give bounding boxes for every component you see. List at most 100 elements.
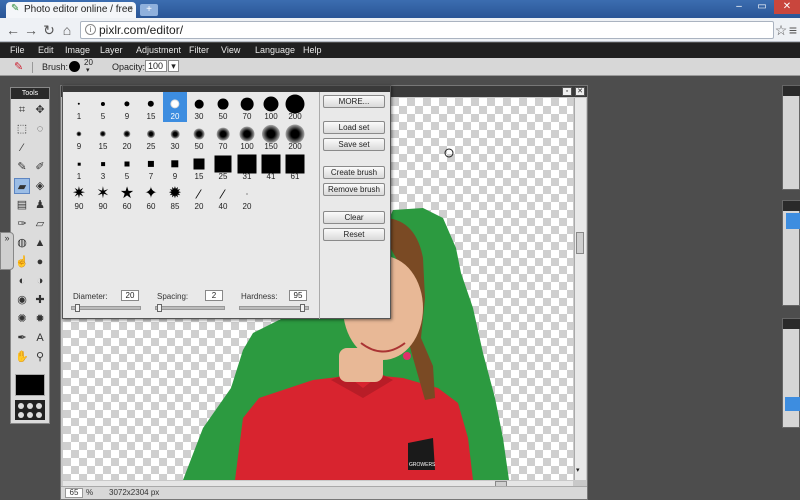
hardness-input[interactable]: 95 [289,290,307,301]
scroll-down-icon[interactable]: ▾ [576,466,580,474]
brush-preview-icon[interactable] [69,61,80,72]
diameter-slider[interactable] [71,304,141,312]
history-item-selected[interactable] [785,397,800,411]
collapse-panel-handle[interactable]: » [0,232,14,270]
maximize-icon[interactable]: ▭ [751,0,773,14]
zoom-input[interactable]: 65 [65,488,83,498]
brush-preset[interactable]: ✦ 60 [139,182,163,212]
bloat-icon[interactable]: ✺ [14,311,30,327]
brush-preset[interactable]: 200 [283,92,307,122]
minimize-icon[interactable]: – [728,0,750,14]
save-set-button[interactable]: Save set [323,138,385,151]
brush-preset[interactable]: 50 [187,122,211,152]
pinch-icon[interactable]: ✹ [32,311,48,327]
doc-maximize-icon[interactable]: ▫ [562,87,572,96]
back-icon[interactable]: ← [4,21,22,39]
wand-icon[interactable]: ⁄ [14,140,30,156]
zoom-icon[interactable]: ⚲ [32,349,48,365]
spot-heal-icon[interactable]: ✚ [32,292,48,308]
clear-button[interactable]: Clear [323,211,385,224]
dodge-icon[interactable]: ◐ [14,273,30,289]
eraser-icon[interactable]: ▰ [14,178,30,194]
brush-preset[interactable]: ✶ 90 [91,182,115,212]
lasso-icon[interactable]: ◌ [32,121,48,137]
browser-menu-icon[interactable]: ≡ [786,21,800,39]
brush-preset[interactable]: 61 [283,152,307,182]
brush-preset[interactable]: 20 [163,92,187,122]
brush-preset[interactable]: 50 [211,92,235,122]
brush-preset[interactable]: 25 [211,152,235,182]
brush-preset[interactable]: 3 [91,152,115,182]
brush-preset[interactable]: 70 [211,122,235,152]
blur-icon[interactable]: ◍ [14,235,30,251]
hand-icon[interactable]: ✋ [14,349,30,365]
pencil-icon[interactable]: ✎ [14,159,30,175]
home-icon[interactable]: ⌂ [58,21,76,39]
reload-icon[interactable]: ↻ [40,21,58,39]
menu-edit[interactable]: Edit [38,45,54,55]
remove-brush-button[interactable]: Remove brush [323,183,385,196]
menu-image[interactable]: Image [65,45,90,55]
colorpicker-icon[interactable]: ✒ [14,330,30,346]
forward-icon[interactable]: → [22,21,40,39]
menu-layer[interactable]: Layer [100,45,123,55]
brush-preset[interactable]: · 20 [235,182,259,212]
color-swatch-buttons[interactable] [15,400,45,420]
brush-preset[interactable]: 30 [187,92,211,122]
brush-preset[interactable]: 31 [235,152,259,182]
drawing-icon[interactable]: ▱ [32,216,48,232]
brush-preset[interactable]: 9 [163,152,187,182]
brush-preset[interactable]: 200 [283,122,307,152]
move-icon[interactable]: ✥ [32,102,48,118]
menu-help[interactable]: Help [303,45,322,55]
brush-preset[interactable]: 15 [187,152,211,182]
diameter-slider-handle[interactable] [75,304,81,312]
redeye-icon[interactable]: ◉ [14,292,30,308]
url-input[interactable]: i pixlr.com/editor/ [80,21,774,39]
brush-preset[interactable]: 70 [235,92,259,122]
chevron-down-icon[interactable]: ▾ [86,66,90,74]
hardness-slider[interactable] [239,304,309,312]
diameter-input[interactable]: 20 [121,290,139,301]
stamp-icon[interactable]: ♟ [32,197,48,213]
hardness-slider-handle[interactable] [299,304,305,312]
scroll-thumb[interactable] [576,232,584,254]
spacing-slider[interactable] [155,304,225,312]
brush-preset[interactable]: ⁄ 40 [211,182,235,212]
reset-button[interactable]: Reset [323,228,385,241]
brush-preset[interactable]: 9 [67,122,91,152]
brush-preset[interactable]: 20 [115,122,139,152]
brush-preset[interactable]: 100 [259,92,283,122]
crop-icon[interactable]: ⌗ [14,102,30,118]
brush-icon[interactable]: ✐ [32,159,48,175]
opacity-input[interactable]: 100 [145,60,167,72]
spacing-input[interactable]: 2 [205,290,223,301]
brush-preset[interactable]: 15 [91,122,115,152]
menu-filter[interactable]: Filter [189,45,209,55]
menu-file[interactable]: File [10,45,25,55]
type-icon[interactable]: A [32,330,48,346]
burn-icon[interactable]: ◑ [32,273,48,289]
smudge-icon[interactable]: ☝ [14,254,30,270]
brush-preset[interactable]: 1 [67,92,91,122]
menu-adjustment[interactable]: Adjustment [136,45,181,55]
brush-preset[interactable]: 7 [139,152,163,182]
browser-tab[interactable]: ✎ Photo editor online / free in × [6,2,136,18]
menu-view[interactable]: View [221,45,240,55]
vertical-scrollbar[interactable]: ▾ [574,98,586,480]
doc-close-icon[interactable]: ✕ [575,87,585,96]
load-set-button[interactable]: Load set [323,121,385,134]
brush-preset[interactable]: ✷ 90 [67,182,91,212]
brush-preset[interactable]: 1 [67,152,91,182]
brush-preset[interactable]: 5 [91,92,115,122]
color-replace-icon[interactable]: ✑ [14,216,30,232]
create-brush-button[interactable]: Create brush [323,166,385,179]
menu-language[interactable]: Language [255,45,295,55]
brush-preset[interactable]: 100 [235,122,259,152]
spacing-slider-handle[interactable] [157,304,163,312]
brush-preset[interactable]: 41 [259,152,283,182]
marquee-icon[interactable]: ⬚ [14,121,30,137]
brush-preset[interactable]: 9 [115,92,139,122]
close-window-icon[interactable]: ✕ [774,0,800,14]
sharpen-icon[interactable]: ▲ [32,235,48,251]
